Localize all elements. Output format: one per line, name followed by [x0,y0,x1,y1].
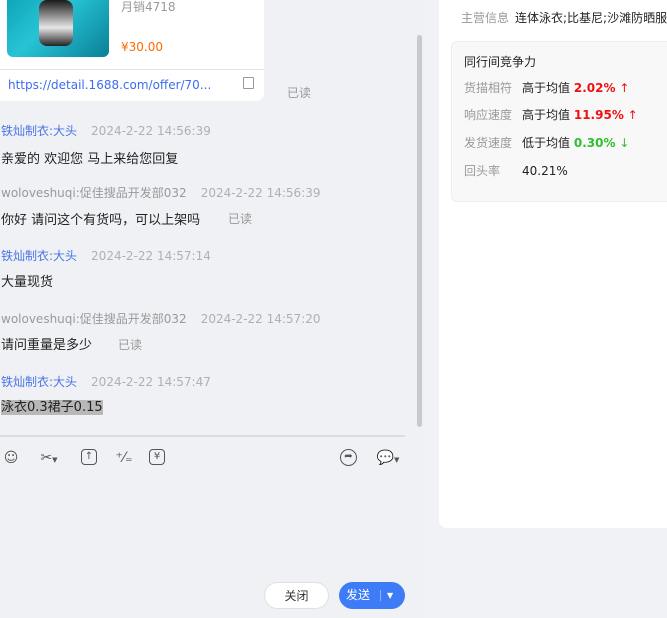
history-chat-icon[interactable]: 💬▼ [373,449,403,467]
metric-desc: 高于均值 [522,81,571,95]
scrollbar[interactable] [417,35,422,427]
chat-panel: 月销4718 ¥30.00 https://detail.1688.com/of… [0,0,425,618]
quick-phrase-icon[interactable]: ⁺⁄₌ [115,449,133,467]
message-meta: woloveshuqi:促佳搜品开发部032 2024-2-22 14:56:39 [1,184,321,201]
metric-value: 11.95% [573,108,624,122]
sender[interactable]: woloveshuqi:促佳搜品开发部032 [1,312,187,326]
message-meta: 铁灿制衣:大头 2024-2-22 14:57:47 [1,373,211,390]
upload-icon[interactable]: ↑ [81,449,97,465]
metric-row: 发货速度 低于均值 0.30% ↓ [464,134,629,151]
payment-yen-icon[interactable]: ¥ [149,449,165,465]
message-text: 请问重量是多少 [1,338,93,353]
metric-row: 回头率 40.21% [464,162,568,179]
main-business-label: 主营信息 [461,11,510,25]
product-link[interactable]: https://detail.1688.com/offer/70... [8,78,211,92]
metric-label: 响应速度 [464,108,513,122]
metric-row: 货描相符 高于均值 2.02% ↑ [464,79,629,96]
arrow-up-icon: ↑ [627,108,638,122]
message-meta: 铁灿制衣:大头 2024-2-22 14:57:14 [1,247,211,264]
sender[interactable]: 铁灿制衣:大头 [1,249,77,263]
sender[interactable]: 铁灿制衣:大头 [1,124,77,138]
message-meta: 铁灿制衣:大头 2024-2-22 14:56:39 [1,122,211,139]
metric-label: 回头率 [464,164,501,178]
timestamp: 2024-2-22 14:57:14 [91,249,211,263]
competitiveness-card: 同行间竞争力 货描相符 高于均值 2.02% ↑ 响应速度 高于均值 11.95% … [451,41,667,202]
send-options-dropdown-icon[interactable]: ▼ [387,582,393,609]
message-text: 泳衣0.3裙子0.15 [1,396,103,415]
metric-value: 40.21% [522,164,568,178]
timestamp: 2024-2-22 14:56:39 [91,124,211,138]
metric-value: 2.02% [573,81,616,95]
timestamp: 2024-2-22 14:56:39 [200,186,321,200]
timestamp: 2024-2-22 14:57:20 [200,312,321,326]
close-button[interactable]: 关闭 [264,582,329,609]
send-label: 发送 [346,588,371,602]
input-divider[interactable] [0,435,405,437]
read-status: 已读 [228,212,253,226]
divider [0,69,264,70]
sender[interactable]: woloveshuqi:促佳搜品开发部032 [1,186,187,200]
main-business: 主营信息 连体泳衣;比基尼;沙滩防晒服 [461,9,667,26]
arrow-up-icon: ↑ [619,81,630,95]
product-card[interactable]: 月销4718 ¥30.00 https://detail.1688.com/of… [0,0,264,101]
metric-label: 货描相符 [464,81,513,95]
timestamp: 2024-2-22 14:57:47 [91,375,211,389]
metric-label: 发货速度 [464,136,513,150]
metric-desc: 低于均值 [522,136,571,150]
screenshot-scissors-icon[interactable]: ✂▼ [36,449,62,467]
share-icon[interactable]: ➦ [340,449,357,466]
read-status: 已读 [118,338,143,352]
arrow-down-icon: ↓ [619,136,630,150]
product-price: ¥30.00 [121,40,163,54]
sender[interactable]: 铁灿制衣:大头 [1,375,77,389]
metric-desc: 高于均值 [522,108,571,122]
competitiveness-title: 同行间竞争力 [464,55,537,69]
separator [380,590,381,601]
message-text: 大量现货 [1,275,54,290]
metric-row: 响应速度 高于均值 11.95% ↑ [464,106,638,123]
main-business-value: 连体泳衣;比基尼;沙滩防晒服 [515,11,667,25]
emoji-icon[interactable]: ☺ [2,449,20,467]
selected-text: 泳衣0.3裙子0.15 [1,400,103,415]
message-meta: woloveshuqi:促佳搜品开发部032 2024-2-22 14:57:20 [1,310,321,327]
message-text: 亲爱的 欢迎您 马上来给您回复 [1,152,179,167]
metric-value: 0.30% [573,136,616,150]
read-status: 已读 [287,86,312,100]
send-button[interactable]: 发送 ▼ [339,582,405,609]
message-text: 你好 请问这个有货吗，可以上架吗 [1,213,201,228]
product-image[interactable] [7,0,109,57]
copy-doc-icon[interactable] [243,77,254,89]
product-sales: 月销4718 [121,0,176,14]
shop-info-panel: 主营信息 连体泳衣;比基尼;沙滩防晒服 同行间竞争力 货描相符 高于均值 2.02%… [439,0,667,528]
